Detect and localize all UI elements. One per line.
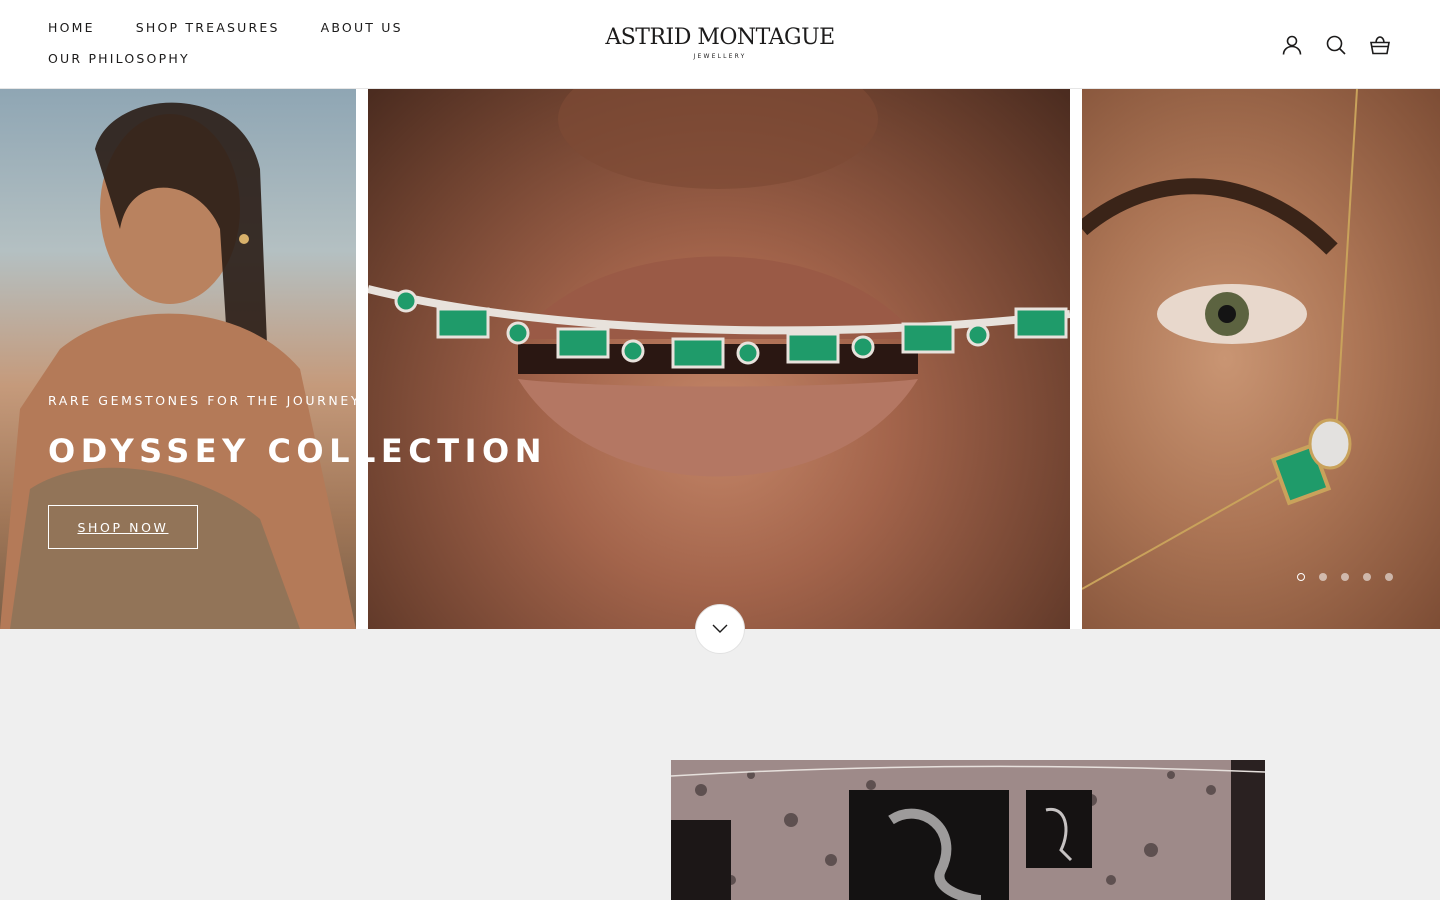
slide-dot-1[interactable]	[1297, 573, 1305, 581]
nav-about-us[interactable]: ABOUT US	[321, 19, 403, 37]
nav-shop-treasures[interactable]: SHOP TREASURES	[136, 19, 280, 37]
slide-dot-4[interactable]	[1363, 573, 1371, 581]
nav-home[interactable]: HOME	[48, 19, 95, 37]
search-icon[interactable]	[1324, 33, 1348, 57]
shop-now-button[interactable]: SHOP NOW	[48, 505, 198, 549]
site-header: HOME SHOP TREASURES ABOUT US OUR PHILOSO…	[0, 0, 1440, 89]
hero-slideshow: RARE GEMSTONES FOR THE JOURNEY ODYSSEY C…	[0, 89, 1440, 629]
slide-dot-5[interactable]	[1385, 573, 1393, 581]
brand-logo[interactable]: ASTRID MONTAGUE JEWELLERY	[590, 24, 850, 61]
hero-title: ODYSSEY COLLECTION	[48, 432, 547, 470]
nav-our-philosophy[interactable]: OUR PHILOSOPHY	[48, 50, 190, 68]
slide-dot-2[interactable]	[1319, 573, 1327, 581]
hero-content: RARE GEMSTONES FOR THE JOURNEY ODYSSEY C…	[48, 89, 748, 629]
main-nav: HOME SHOP TREASURES ABOUT US OUR PHILOSO…	[48, 19, 448, 68]
nav-row: HOME SHOP TREASURES ABOUT US	[48, 19, 448, 37]
logo-tagline: JEWELLERY	[693, 53, 747, 60]
logo-name: ASTRID MONTAGUE	[605, 25, 835, 50]
slideshow-pagination	[1297, 573, 1393, 581]
feature-image-studio-wall	[671, 760, 1265, 900]
chevron-down-icon	[712, 624, 728, 633]
hero-eyebrow: RARE GEMSTONES FOR THE JOURNEY	[48, 393, 362, 408]
slide-dot-3[interactable]	[1341, 573, 1349, 581]
nav-row: OUR PHILOSOPHY	[48, 50, 448, 68]
cart-icon[interactable]	[1368, 33, 1392, 57]
scroll-down-button[interactable]	[695, 604, 745, 654]
header-actions	[1280, 33, 1392, 57]
hero-image-face-chain	[1082, 89, 1440, 629]
account-icon[interactable]	[1280, 33, 1304, 57]
